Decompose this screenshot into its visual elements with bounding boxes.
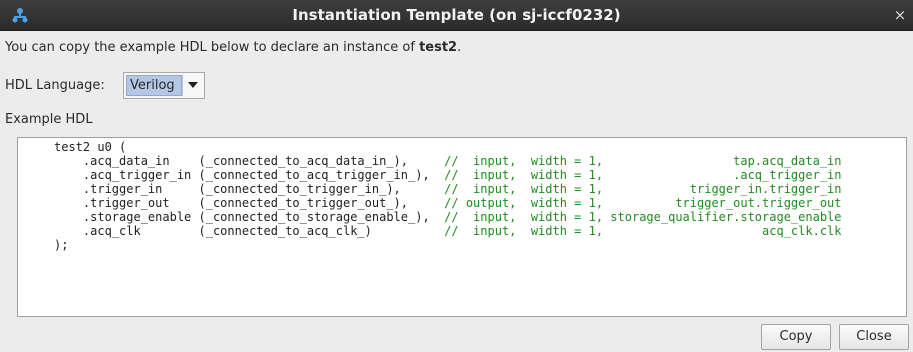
port-comment: // input, width = 1, acq_clk.clk xyxy=(444,224,842,238)
description-suffix: . xyxy=(457,40,462,55)
port-comment: // input, width = 1, tap.acq_data_in xyxy=(444,154,842,168)
window-title: Instantiation Template (on sj-iccf0232) xyxy=(292,6,621,24)
code-footer-line: ); xyxy=(54,238,69,252)
port-comment: // input, width = 1, trigger_in.trigger_… xyxy=(444,182,842,196)
code-port-line: .trigger_in (_connected_to_trigger_in_),… xyxy=(54,182,906,196)
port-comment: // input, width = 1, storage_qualifier.s… xyxy=(444,210,842,224)
example-hdl-textarea[interactable]: test2 u0 ( .acq_data_in (_connected_to_a… xyxy=(17,137,907,317)
close-button[interactable]: Close xyxy=(839,324,909,350)
title-bar: Instantiation Template (on sj-iccf0232) … xyxy=(0,0,913,31)
port-comment: // output, width = 1, trigger_out.trigge… xyxy=(444,196,842,210)
code-port-line: .storage_enable (_connected_to_storage_e… xyxy=(54,210,906,224)
port-connection: .acq_clk (_connected_to_acq_clk_) xyxy=(54,224,445,238)
port-connection: .acq_data_in (_connected_to_acq_data_in_… xyxy=(54,154,445,168)
copy-button[interactable]: Copy xyxy=(761,324,831,350)
description-text: You can copy the example HDL below to de… xyxy=(5,40,461,55)
code-header-line: test2 u0 ( xyxy=(54,140,127,154)
port-comment: // input, width = 1, .acq_trigger_in xyxy=(444,168,842,182)
entity-name: test2 xyxy=(419,40,458,55)
hdl-language-selected-value[interactable]: Verilog xyxy=(126,75,182,96)
port-connection: .trigger_in (_connected_to_trigger_in_), xyxy=(54,182,445,196)
hdl-language-select[interactable]: Verilog xyxy=(123,72,205,99)
port-connection: .storage_enable (_connected_to_storage_e… xyxy=(54,210,445,224)
port-connection: .trigger_out (_connected_to_trigger_out_… xyxy=(54,196,445,210)
window-close-icon[interactable]: × xyxy=(893,0,907,31)
code-port-line: .trigger_out (_connected_to_trigger_out_… xyxy=(54,196,906,210)
hdl-language-label: HDL Language: xyxy=(5,78,105,93)
code-port-line: .acq_trigger_in (_connected_to_acq_trigg… xyxy=(54,168,906,182)
description-prefix: You can copy the example HDL below to de… xyxy=(5,40,420,55)
chevron-down-icon[interactable] xyxy=(182,75,202,96)
example-hdl-label: Example HDL xyxy=(5,112,93,127)
code-port-line: .acq_clk (_connected_to_acq_clk_) // inp… xyxy=(54,224,906,238)
code-port-line: .acq_data_in (_connected_to_acq_data_in_… xyxy=(54,154,906,168)
port-connection: .acq_trigger_in (_connected_to_acq_trigg… xyxy=(54,168,445,182)
